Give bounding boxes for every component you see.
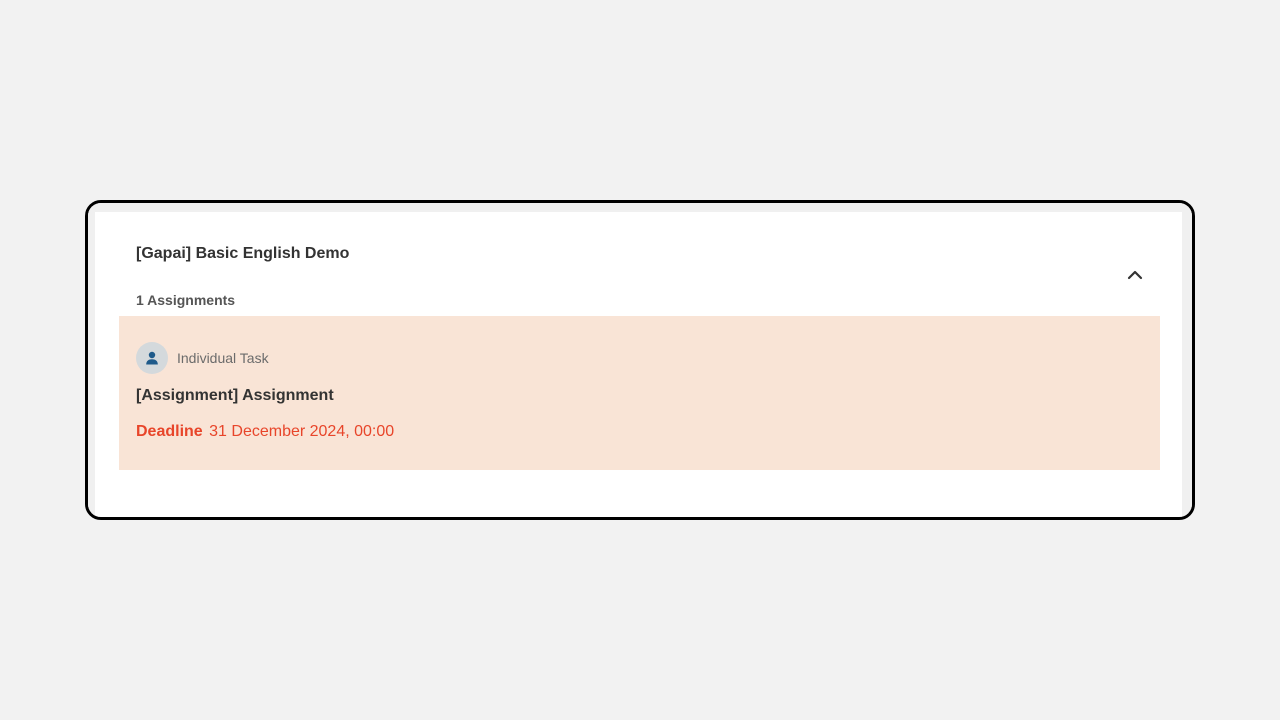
task-type-label: Individual Task xyxy=(177,350,269,366)
person-icon xyxy=(146,351,158,365)
panel-left-edge xyxy=(88,203,95,517)
assignment-card[interactable]: Individual Task [Assignment] Assignment … xyxy=(119,316,1160,470)
chevron-up-icon xyxy=(1127,270,1143,280)
panel-top-edge xyxy=(88,203,1192,212)
task-type-avatar xyxy=(136,342,168,374)
panel-scrollbar-track xyxy=(1182,203,1192,517)
deadline-date: 31 December 2024, 00:00 xyxy=(209,423,395,440)
assignment-count: 1 Assignments xyxy=(136,292,236,308)
assignment-title[interactable]: [Assignment] Assignment xyxy=(136,387,334,405)
deadline-label: Deadline xyxy=(136,423,203,440)
deadline-row: Deadline 31 December 2024, 00:00 xyxy=(136,423,394,441)
collapse-button[interactable] xyxy=(1121,261,1149,289)
course-panel: [Gapai] Basic English Demo 1 Assignments… xyxy=(85,200,1195,520)
course-title: [Gapai] Basic English Demo xyxy=(136,245,350,262)
